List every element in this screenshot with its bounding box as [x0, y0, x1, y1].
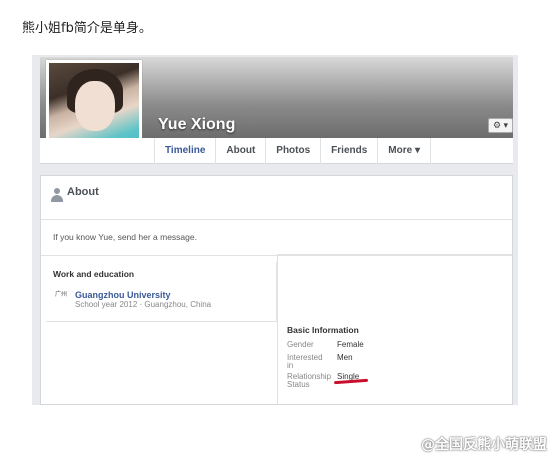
university-logo: 广州	[54, 292, 67, 298]
work-title: Work and education	[53, 269, 135, 279]
message-row: If you know Yue, send her a message.	[41, 220, 512, 256]
watermark: @全国反熊小萌联盟	[421, 437, 547, 453]
tab-about[interactable]: About	[215, 138, 265, 164]
settings-button[interactable]: ⚙ ▾	[488, 118, 513, 133]
about-header: About	[41, 176, 512, 220]
message-prompt[interactable]: If you know Yue, send her a message.	[53, 232, 197, 242]
caption-text: 熊小姐fb简介是单身。	[22, 21, 152, 36]
tab-friends[interactable]: Friends	[320, 138, 377, 164]
relationship-label: Relationship Status	[287, 372, 332, 389]
gender-label: Gender	[287, 340, 314, 349]
about-panel: About If you know Yue, send her a messag…	[40, 175, 513, 405]
about-title: About	[67, 186, 99, 198]
basic-info-section: Basic Information Gender Female Interest…	[277, 254, 513, 405]
basic-info-title: Basic Information	[287, 325, 359, 335]
profile-nav: Timeline About Photos Friends More ▾	[40, 138, 513, 164]
work-education-section: Work and education 广州 Guangzhou Universi…	[46, 262, 277, 322]
facebook-profile-screenshot: Yue Xiong ⚙ ▾ Timeline About Photos Frie…	[32, 55, 518, 405]
person-icon	[51, 188, 63, 202]
profile-name[interactable]: Yue Xiong	[158, 116, 235, 134]
university-link[interactable]: Guangzhou University	[75, 290, 171, 300]
gender-value: Female	[337, 340, 364, 349]
face-shape	[75, 81, 115, 131]
tab-photos[interactable]: Photos	[265, 138, 320, 164]
tab-timeline[interactable]: Timeline	[154, 138, 215, 164]
tab-more[interactable]: More ▾	[377, 138, 431, 164]
university-detail: School year 2012 · Guangzhou, China	[75, 300, 212, 309]
interested-label: Interested in	[287, 353, 323, 370]
interested-value: Men	[337, 353, 353, 362]
